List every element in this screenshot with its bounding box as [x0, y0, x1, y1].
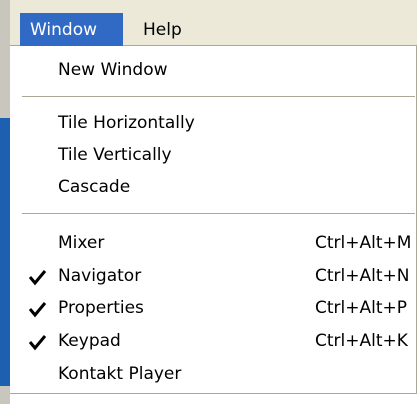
menu-separator: [22, 213, 415, 214]
menu-item-label: Tile Horizontally: [58, 113, 195, 133]
menu-item-tile-horizontally[interactable]: Tile Horizontally: [10, 107, 415, 139]
check-icon: [28, 335, 47, 351]
menu-item-label: Tile Vertically: [58, 145, 172, 165]
menu-item-label: Keypad: [58, 331, 121, 351]
background-window-titlebar-edge: [0, 118, 10, 386]
menu-item-new-window[interactable]: New Window: [10, 54, 415, 86]
menu-item-label: Kontakt Player: [58, 364, 182, 384]
menu-item-shortcut: Ctrl+Alt+K: [315, 331, 408, 351]
menu-item-label: Properties: [58, 298, 144, 318]
menu-item-label: Cascade: [58, 177, 131, 197]
menu-item-mixer[interactable]: Mixer Ctrl+Alt+M: [10, 227, 415, 259]
menu-help[interactable]: Help: [133, 13, 193, 47]
check-icon: [28, 270, 47, 286]
menu-item-tile-vertically[interactable]: Tile Vertically: [10, 139, 415, 171]
menu-bar: Window Help: [10, 0, 417, 47]
menu-item-label: Navigator: [58, 266, 142, 286]
menu-item-shortcut: Ctrl+Alt+P: [315, 298, 408, 318]
menu-item-shortcut: Ctrl+Alt+N: [315, 266, 410, 286]
menu-item-kontakt-player[interactable]: Kontakt Player: [10, 358, 415, 390]
menu-item-shortcut: Ctrl+Alt+M: [315, 233, 412, 253]
menu-item-keypad[interactable]: Keypad Ctrl+Alt+K: [10, 325, 415, 357]
menu-item-cascade[interactable]: Cascade: [10, 171, 415, 203]
window-menu-dropdown: New Window Tile Horizontally Tile Vertic…: [10, 46, 417, 394]
menu-item-label: Mixer: [58, 233, 105, 253]
menu-item-label: New Window: [58, 60, 168, 80]
menu-item-properties[interactable]: Properties Ctrl+Alt+P: [10, 292, 415, 324]
check-icon: [28, 302, 47, 318]
menu-item-navigator[interactable]: Navigator Ctrl+Alt+N: [10, 260, 415, 292]
menu-window[interactable]: Window: [20, 13, 123, 47]
menu-separator: [22, 96, 415, 97]
